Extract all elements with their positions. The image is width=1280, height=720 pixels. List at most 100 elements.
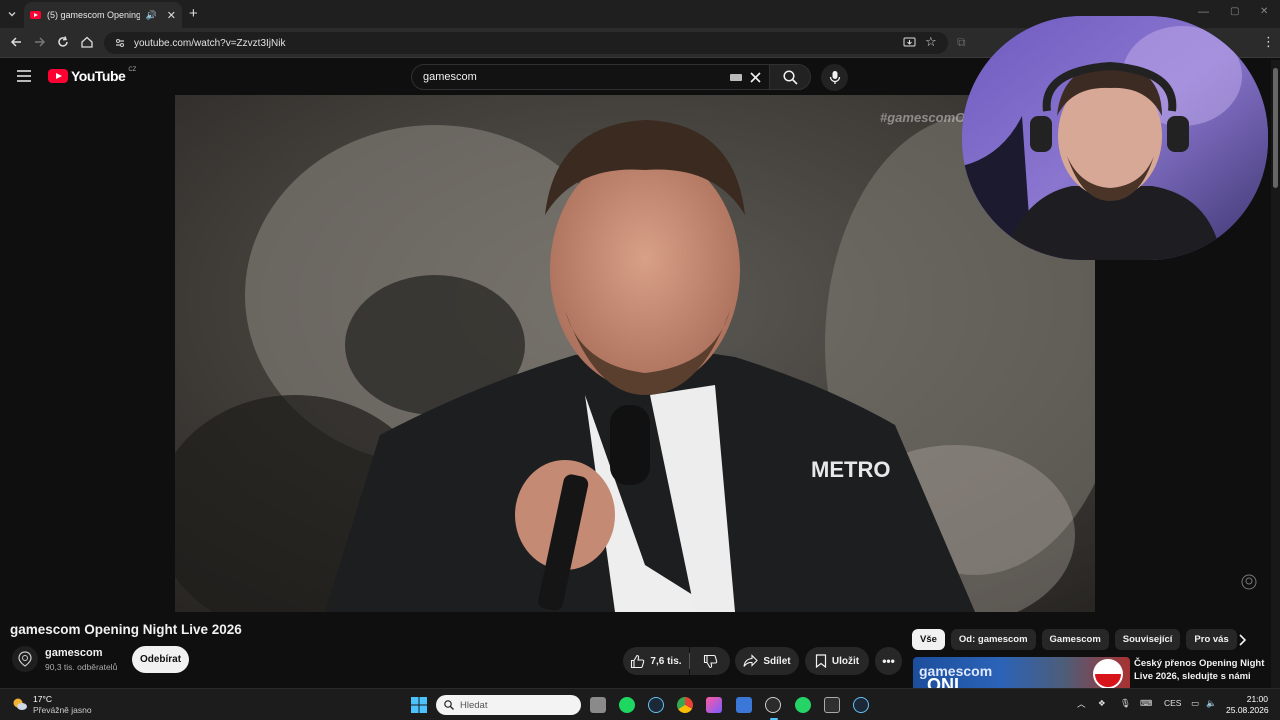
gamescom-logo-icon: [18, 651, 32, 667]
search-button[interactable]: [769, 64, 811, 90]
chip-related[interactable]: Související: [1114, 629, 1181, 650]
chips-next-icon[interactable]: [1237, 633, 1247, 647]
tab-close-icon[interactable]: ✕: [167, 9, 176, 22]
recommended-title[interactable]: Český přenos Opening Night Live 2026, sl…: [1134, 657, 1264, 683]
clock-time[interactable]: 21:00: [1230, 694, 1268, 704]
speaker-icon[interactable]: 🔊: [146, 10, 157, 21]
recommended-title-line2: Live 2026, sledujte s námi: [1134, 671, 1251, 682]
page-scrollbar[interactable]: [1271, 60, 1280, 688]
epic-games-icon[interactable]: [824, 697, 840, 713]
subscriber-count: 90,3 tis. odběratelů: [45, 662, 118, 672]
thumbnail-text-2: ONL: [927, 675, 965, 688]
youtube-favicon-icon: [30, 11, 41, 19]
save-bookmark-icon: [815, 654, 827, 668]
weather-description: Převážně jasno: [33, 705, 92, 715]
dropbox-icon[interactable]: ❖: [1098, 698, 1106, 709]
streamer-camera-image: [962, 16, 1268, 260]
clear-search-icon[interactable]: [750, 71, 761, 83]
menu-dots-icon[interactable]: ⋮: [1262, 34, 1275, 50]
channel-name[interactable]: gamescom: [45, 647, 102, 659]
recommended-title-line1: Český přenos Opening Night: [1134, 658, 1265, 669]
maximize-icon[interactable]: ▢: [1230, 6, 1239, 17]
keyboard-icon[interactable]: [730, 73, 742, 81]
taskbar-search-icon: [444, 700, 454, 710]
search-input[interactable]: gamescom: [411, 64, 770, 90]
taskbar-search-input[interactable]: Hledat: [436, 695, 581, 715]
forward-icon[interactable]: [33, 35, 47, 49]
video-title: gamescom Opening Night Live 2026: [10, 622, 242, 637]
thumbs-up-icon: [630, 654, 645, 669]
chrome-icon[interactable]: [677, 697, 693, 713]
home-icon[interactable]: [80, 35, 94, 49]
hamburger-menu-icon[interactable]: [17, 70, 31, 82]
video-frame: METRO #gamescomONL: [175, 95, 1095, 612]
save-button[interactable]: Uložit: [805, 647, 869, 675]
input-language[interactable]: CES: [1164, 698, 1181, 708]
bookmark-star-icon[interactable]: ☆: [925, 34, 937, 50]
share-button[interactable]: Sdílet: [735, 647, 799, 675]
tab-search-icon[interactable]: [6, 8, 18, 20]
channel-avatar[interactable]: [12, 646, 38, 672]
network-icon[interactable]: ▭: [1191, 698, 1199, 709]
shirt-logo-text: METRO: [811, 457, 890, 482]
tray-microphone-icon[interactable]: 🎙: [1120, 698, 1131, 709]
minimize-icon[interactable]: —: [1198, 6, 1209, 18]
voice-search-button[interactable]: [821, 64, 848, 91]
windows-start-icon[interactable]: [411, 697, 427, 713]
save-disk-icon[interactable]: [736, 697, 752, 713]
share-arrow-icon: [743, 654, 759, 668]
spotify-icon[interactable]: [619, 697, 635, 713]
window-close-icon[interactable]: ✕: [1260, 6, 1268, 17]
extensions-icon[interactable]: ⧉: [957, 35, 966, 50]
recommended-thumbnail[interactable]: gamescom ONL: [913, 657, 1130, 688]
thumbs-down-icon: [703, 654, 718, 669]
czech-flag-icon: [1093, 659, 1123, 688]
address-bar[interactable]: youtube.com/watch?v=Zzvzt3IjNik: [104, 32, 948, 54]
webcam-overlay: [962, 16, 1268, 260]
back-icon[interactable]: [9, 35, 23, 49]
chip-from-gamescom[interactable]: Od: gamescom: [950, 629, 1036, 650]
site-info-icon[interactable]: [114, 37, 126, 49]
youtube-logo-text: YouTube: [71, 68, 126, 84]
weather-icon[interactable]: [12, 696, 28, 712]
browser-tab[interactable]: (5) gamescom Opening Ni... 🔊 ✕: [24, 2, 182, 28]
save-label: Uložit: [831, 655, 860, 667]
install-app-icon[interactable]: [903, 36, 916, 49]
youtube-logo[interactable]: YouTube CZ: [48, 67, 137, 84]
steam-icon[interactable]: [648, 697, 664, 713]
app-icon-colorful[interactable]: [706, 697, 722, 713]
like-count: 7,6 tis.: [650, 655, 682, 667]
tray-overflow-icon[interactable]: ︿: [1077, 698, 1086, 710]
chip-gamescom[interactable]: Gamescom: [1041, 629, 1109, 650]
share-label: Sdílet: [763, 655, 791, 667]
scrollbar-thumb[interactable]: [1273, 68, 1278, 188]
obs-icon[interactable]: [765, 697, 781, 713]
whatsapp-icon[interactable]: [795, 697, 811, 713]
search-query: gamescom: [423, 71, 477, 83]
more-horizontal-icon: •••: [882, 654, 895, 668]
taskbar-search-placeholder: Hledat: [460, 699, 488, 711]
clock-date[interactable]: 25.08.2026: [1226, 705, 1269, 715]
url-text: youtube.com/watch?v=Zzvzt3IjNik: [134, 37, 286, 49]
windows-taskbar: 17°C Převážně jasno Hledat ︿ ❖ 🎙 ⌨ CES ▭…: [0, 688, 1280, 720]
tray-keyboard-icon[interactable]: ⌨: [1140, 698, 1152, 709]
video-player[interactable]: METRO #gamescomONL: [175, 95, 1095, 612]
like-button[interactable]: 7,6 tis.: [623, 647, 689, 675]
youtube-play-icon: [48, 69, 68, 83]
subscribe-button[interactable]: Odebírat: [132, 646, 189, 673]
region-code: CZ: [128, 67, 137, 73]
temperature: 17°C: [33, 694, 52, 704]
related-filter-chips: Vše Od: gamescom Gamescom Související Pr…: [912, 629, 1237, 650]
chip-all[interactable]: Vše: [912, 629, 945, 650]
task-view-icon[interactable]: [590, 697, 606, 713]
chip-for-you[interactable]: Pro vás: [1186, 629, 1237, 650]
steam-icon-2[interactable]: [853, 697, 869, 713]
microphone-icon: [829, 70, 841, 85]
dislike-button[interactable]: [690, 647, 730, 675]
channel-branding-icon[interactable]: [1241, 574, 1257, 590]
volume-icon[interactable]: 🔈: [1206, 698, 1217, 709]
new-tab-icon[interactable]: +: [189, 5, 198, 22]
more-actions-button[interactable]: •••: [875, 647, 902, 675]
search-icon: [782, 69, 798, 85]
reload-icon[interactable]: [56, 35, 70, 49]
